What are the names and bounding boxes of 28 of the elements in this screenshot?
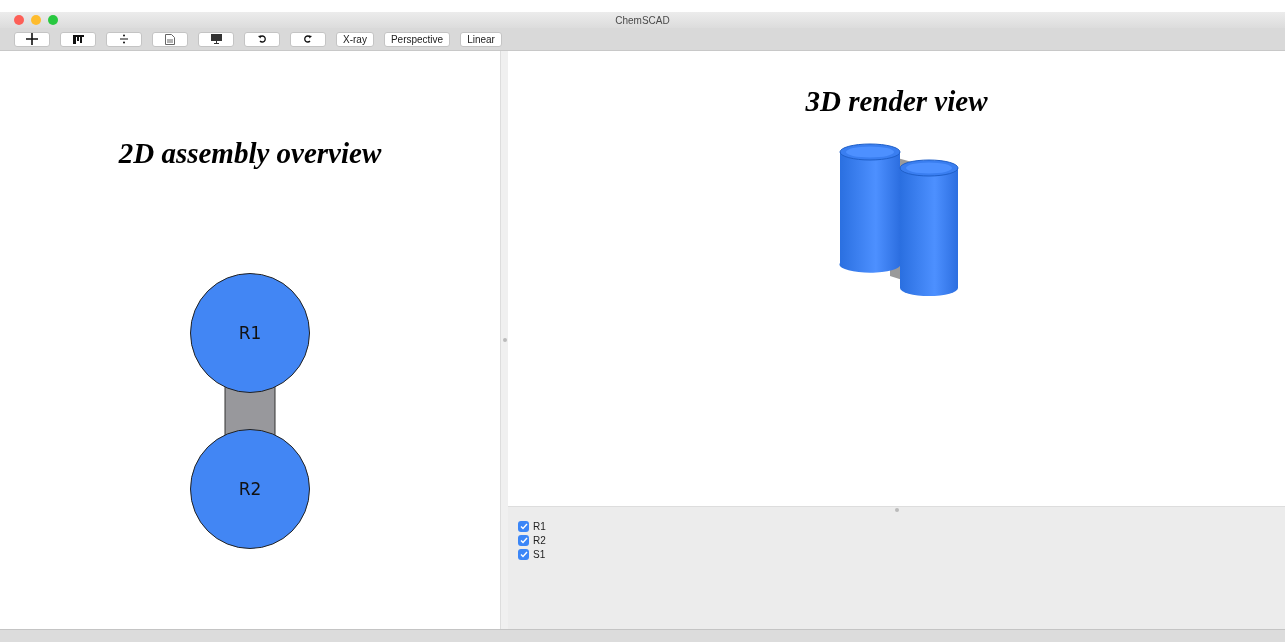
checkbox-label: R2 [533,535,546,546]
toolbar-button[interactable]: X-ray [336,31,374,47]
columns-icon [72,34,84,44]
toolbar-button[interactable]: Perspective [383,31,451,47]
checkbox[interactable] [518,521,529,532]
checkbox-label: S1 [533,549,546,560]
checkbox-label: R1 [533,521,546,532]
toolbar-button[interactable]: Linear [460,31,502,47]
divide-icon [120,34,128,44]
monitor-icon [210,34,222,44]
plus-icon [26,33,38,45]
render-heading: 3D render view [805,85,988,118]
toolbar-button[interactable] [290,31,326,47]
undo-icon [258,35,266,43]
zoom-button[interactable] [48,15,58,25]
redo-icon [304,35,312,43]
toolbar-button[interactable] [14,31,50,47]
window-title: ChemSCAD [615,14,670,26]
close-button[interactable] [14,15,24,25]
node-circle: R2 [190,429,310,549]
checkbox[interactable] [518,549,529,560]
toolbar-button[interactable] [244,31,280,47]
node-circle: R1 [190,273,310,393]
checkbox[interactable] [518,535,529,546]
overview-heading: 2D assembly overview [118,137,382,170]
toolbar-button[interactable] [60,31,96,47]
toolbar-button[interactable] [198,31,234,47]
document-icon [165,33,175,45]
